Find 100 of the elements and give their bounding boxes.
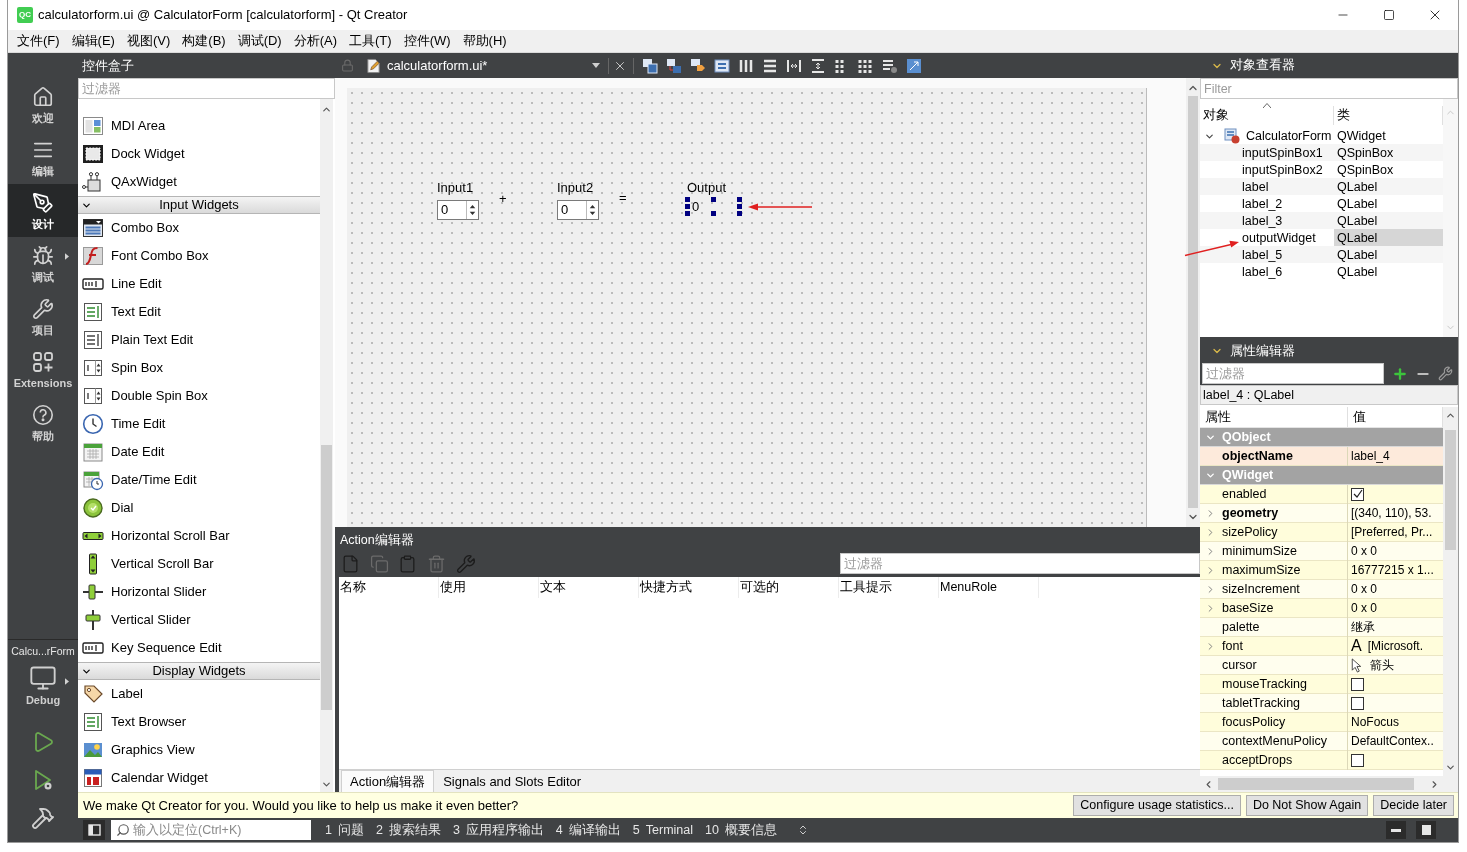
widget-list-item[interactable]: Text Edit — [78, 298, 320, 326]
mode-button[interactable]: 项目 — [8, 290, 78, 343]
widget-list-item[interactable]: Combo Box — [78, 214, 320, 242]
filter-field[interactable]: 过滤器 — [1202, 363, 1384, 384]
horizontal-spacing-icon[interactable] — [786, 57, 802, 74]
output-pane-button[interactable]: 1 问题 — [319, 819, 370, 841]
resize-handle[interactable] — [685, 197, 690, 202]
widget-list-item[interactable]: MDI Area — [78, 112, 320, 140]
menu-item[interactable]: 构建(B) — [176, 30, 232, 52]
maximize-icon[interactable] — [1383, 9, 1395, 21]
filter-field[interactable]: 过滤器 — [78, 78, 335, 99]
mode-button[interactable]: 设计 — [8, 184, 78, 237]
class-name[interactable]: QLabel — [1334, 229, 1443, 248]
filter-field[interactable]: 过滤器 — [840, 553, 1200, 574]
column-header[interactable]: 快捷方式 — [639, 577, 739, 598]
widget-list-item[interactable]: Font Combo Box — [78, 242, 320, 270]
widget-list-item[interactable]: QAxWidget — [78, 168, 320, 196]
scrollbar[interactable] — [1443, 407, 1458, 776]
scrollbar[interactable] — [1200, 776, 1458, 792]
widget-list-item[interactable]: Double Spin Box — [78, 382, 320, 410]
mode-button[interactable]: 帮助 — [8, 396, 78, 449]
widget-list-item[interactable]: Text Browser — [78, 708, 320, 736]
spin-box[interactable]: 0 — [557, 200, 599, 220]
filter-field[interactable]: Filter — [1200, 78, 1458, 99]
category-header[interactable]: Input Widgets — [78, 196, 320, 214]
resize-handle[interactable] — [737, 204, 742, 209]
window-tag-icon[interactable] — [690, 57, 706, 74]
object-name[interactable]: label_2 — [1200, 195, 1334, 214]
property-value[interactable]: NoFocus — [1351, 713, 1400, 732]
property-value[interactable]: 0 x 0 — [1351, 599, 1377, 618]
info-button[interactable]: Do Not Show Again — [1245, 795, 1369, 816]
property-value[interactable]: 继承 — [1351, 618, 1375, 637]
info-button[interactable]: Decide later — [1373, 795, 1454, 816]
class-name[interactable]: QSpinBox — [1334, 161, 1443, 180]
kit-selector[interactable]: Debug — [8, 664, 78, 706]
checkbox[interactable] — [1351, 753, 1364, 767]
property-value[interactable]: 16777215 x 1... — [1351, 561, 1434, 580]
spin-box[interactable]: 0 — [437, 200, 479, 220]
window-stack-icon[interactable] — [642, 57, 658, 74]
mode-button[interactable]: Extensions — [8, 343, 78, 396]
class-name[interactable]: QWidget — [1334, 127, 1443, 146]
widget-list-item[interactable]: Horizontal Scroll Bar — [78, 522, 320, 550]
output-pane-button[interactable]: 10 概要信息 — [699, 819, 783, 841]
mode-button[interactable]: 编辑 — [8, 131, 78, 184]
object-name[interactable]: inputSpinBox1 — [1200, 144, 1334, 163]
panel-square-icon[interactable] — [1416, 821, 1436, 839]
panel-tab[interactable]: Action编辑器 — [341, 770, 435, 792]
property-value[interactable]: [Preferred, Pr... — [1351, 523, 1433, 542]
widget-list-item[interactable]: Plain Text Edit — [78, 326, 320, 354]
column-header[interactable]: 工具提示 — [839, 577, 939, 598]
rows-icon[interactable] — [762, 57, 778, 74]
property-value[interactable]: [Microsoft. — [1367, 637, 1423, 656]
sidebar-toggle-icon[interactable] — [83, 820, 105, 840]
resize-handle[interactable] — [737, 197, 742, 202]
scrollbar-thumb[interactable] — [321, 445, 332, 710]
menu-item[interactable]: 帮助(H) — [456, 30, 513, 52]
property-name[interactable]: sizePolicy — [1200, 523, 1348, 542]
menu-item[interactable]: 文件(F) — [11, 30, 66, 52]
wrench-icon[interactable] — [1438, 366, 1453, 381]
menu-item[interactable]: 视图(V) — [120, 30, 177, 52]
column-header[interactable]: 对象 — [1200, 106, 1334, 125]
output-pane-button[interactable]: 4 编译输出 — [549, 819, 627, 841]
object-name[interactable]: label_6 — [1200, 263, 1334, 282]
object-name[interactable]: outputWidget — [1200, 229, 1334, 248]
widget-list-item[interactable]: Date/Time Edit — [78, 466, 320, 494]
widget-list-item[interactable]: Graphics View — [78, 736, 320, 764]
scroll-down-icon[interactable] — [1445, 762, 1456, 773]
property-value[interactable]: DefaultContex.. — [1351, 732, 1434, 751]
property-name[interactable]: palette — [1200, 618, 1348, 637]
property-name[interactable]: baseSize — [1200, 599, 1348, 618]
widget-list-item[interactable]: Dial — [78, 494, 320, 522]
class-name[interactable]: QLabel — [1334, 263, 1443, 282]
info-button[interactable]: Configure usage statistics... — [1073, 795, 1241, 816]
output-pane-button[interactable]: 5 Terminal — [626, 819, 699, 841]
widget-list-item[interactable]: Key Sequence Edit — [78, 634, 320, 662]
widget-list-item[interactable]: Spin Box — [78, 354, 320, 382]
column-header[interactable]: 可选的 — [739, 577, 839, 598]
lines-dot-icon[interactable] — [882, 57, 898, 74]
column-header[interactable]: 名称 — [339, 577, 439, 598]
list-box-icon[interactable] — [714, 57, 730, 74]
hammer-icon[interactable] — [31, 806, 55, 830]
checkbox[interactable] — [1351, 677, 1364, 691]
menu-item[interactable]: 控件(W) — [397, 30, 457, 52]
column-header[interactable]: 文本 — [539, 577, 639, 598]
scroll-down-icon[interactable] — [321, 779, 332, 790]
property-value[interactable]: 箭头 — [1370, 656, 1394, 675]
widget-list-item[interactable]: Vertical Scroll Bar — [78, 550, 320, 578]
object-name[interactable]: CalculatorForm — [1200, 127, 1334, 146]
class-name[interactable]: QLabel — [1334, 212, 1443, 231]
object-name[interactable]: label — [1200, 178, 1334, 197]
property-name[interactable]: sizeIncrement — [1200, 580, 1348, 599]
vertical-spacing-icon[interactable] — [810, 57, 826, 74]
menu-item[interactable]: 编辑(E) — [65, 30, 121, 52]
columns-icon[interactable] — [738, 57, 754, 74]
widget-list-item[interactable]: Calendar Widget — [78, 764, 320, 792]
class-name[interactable]: QLabel — [1334, 178, 1443, 197]
category-header[interactable]: Display Widgets — [78, 662, 320, 680]
minus-bar-icon[interactable] — [1386, 821, 1406, 839]
property-value[interactable]: [(340, 110), 53. — [1351, 504, 1432, 523]
scrollbar-thumb[interactable] — [1218, 778, 1414, 790]
